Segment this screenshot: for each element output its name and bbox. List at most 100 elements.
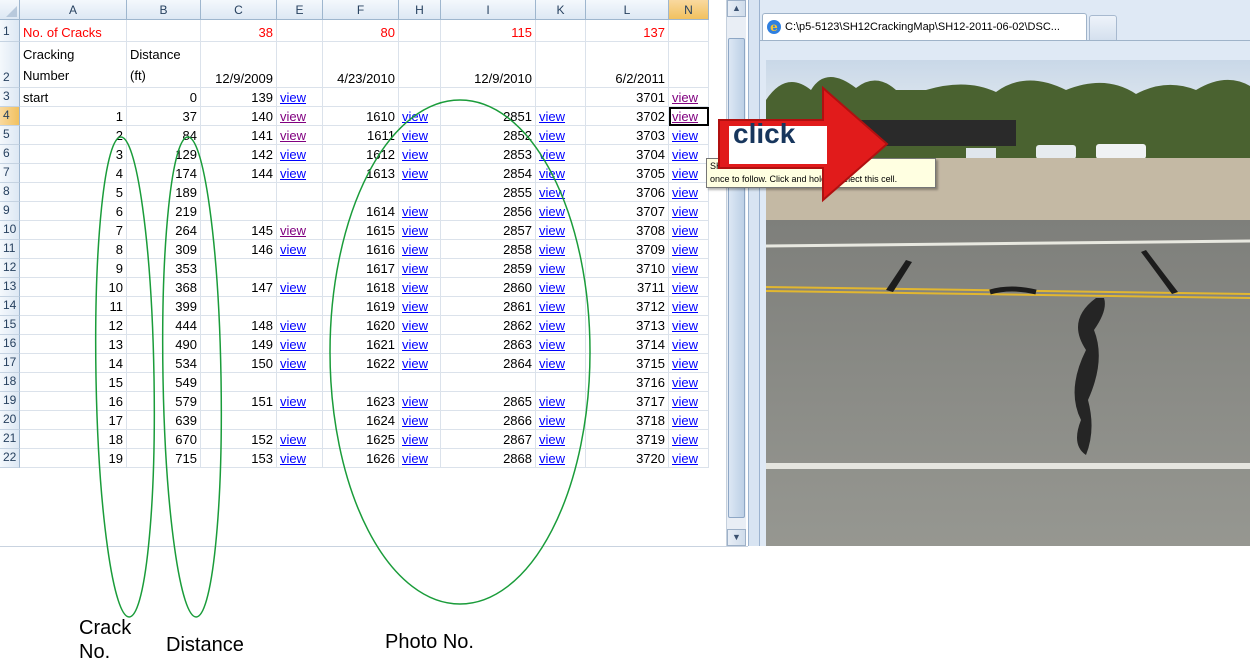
- view-link-cell[interactable]: view: [669, 107, 709, 126]
- view-link[interactable]: view: [402, 204, 428, 219]
- view-link-cell[interactable]: view: [669, 259, 709, 278]
- empty-cell[interactable]: [399, 42, 441, 88]
- sheet-cell[interactable]: 10: [20, 278, 127, 297]
- sheet-cell[interactable]: Cracking Number: [20, 42, 127, 88]
- view-link-cell[interactable]: view: [277, 126, 323, 145]
- sheet-cell[interactable]: 2868: [441, 449, 536, 468]
- row-header[interactable]: 6: [0, 145, 20, 164]
- view-link-cell[interactable]: view: [399, 145, 441, 164]
- sheet-cell[interactable]: 6: [20, 202, 127, 221]
- view-link[interactable]: view: [402, 128, 428, 143]
- view-link[interactable]: view: [539, 318, 565, 333]
- row-header[interactable]: 2: [0, 42, 20, 88]
- sheet-cell[interactable]: 139: [201, 88, 277, 107]
- view-link-cell[interactable]: view: [399, 297, 441, 316]
- sheet-cell[interactable]: 2855: [441, 183, 536, 202]
- empty-cell[interactable]: [277, 20, 323, 42]
- sheet-cell[interactable]: 2852: [441, 126, 536, 145]
- row-header[interactable]: 3: [0, 88, 20, 107]
- sheet-cell[interactable]: 670: [127, 430, 201, 449]
- view-link[interactable]: view: [402, 394, 428, 409]
- view-link-cell[interactable]: view: [669, 373, 709, 392]
- view-link[interactable]: view: [280, 242, 306, 257]
- sheet-cell[interactable]: 3707: [586, 202, 669, 221]
- view-link-cell[interactable]: view: [277, 335, 323, 354]
- sheet-cell[interactable]: 399: [127, 297, 201, 316]
- view-link[interactable]: view: [539, 223, 565, 238]
- vertical-scrollbar[interactable]: ▲ ▼: [726, 0, 746, 546]
- empty-cell[interactable]: [536, 20, 586, 42]
- view-link-cell[interactable]: view: [669, 145, 709, 164]
- sheet-cell[interactable]: 2858: [441, 240, 536, 259]
- view-link-cell[interactable]: view: [277, 449, 323, 468]
- view-link[interactable]: view: [280, 109, 306, 124]
- column-header-b[interactable]: B: [127, 0, 201, 20]
- view-link[interactable]: view: [402, 299, 428, 314]
- view-link[interactable]: view: [402, 432, 428, 447]
- view-link[interactable]: view: [402, 280, 428, 295]
- sheet-cell[interactable]: 129: [127, 145, 201, 164]
- sheet-cell[interactable]: 137: [586, 20, 669, 42]
- sheet-cell[interactable]: 1: [20, 107, 127, 126]
- view-link-cell[interactable]: view: [536, 164, 586, 183]
- view-link-cell[interactable]: view: [399, 392, 441, 411]
- sheet-cell[interactable]: 174: [127, 164, 201, 183]
- view-link[interactable]: view: [672, 166, 698, 181]
- view-link-cell[interactable]: view: [536, 335, 586, 354]
- column-header-n[interactable]: N: [669, 0, 709, 20]
- empty-cell[interactable]: [441, 373, 536, 392]
- sheet-cell[interactable]: 144: [201, 164, 277, 183]
- sheet-cell[interactable]: 2859: [441, 259, 536, 278]
- empty-cell[interactable]: [399, 20, 441, 42]
- sheet-cell[interactable]: 1612: [323, 145, 399, 164]
- sheet-cell[interactable]: 3711: [586, 278, 669, 297]
- sheet-cell[interactable]: 534: [127, 354, 201, 373]
- sheet-cell[interactable]: 549: [127, 373, 201, 392]
- sheet-cell[interactable]: 1625: [323, 430, 399, 449]
- empty-cell[interactable]: [201, 373, 277, 392]
- empty-cell[interactable]: [669, 42, 709, 88]
- view-link[interactable]: view: [672, 147, 698, 162]
- view-link-cell[interactable]: view: [536, 259, 586, 278]
- empty-cell[interactable]: [201, 411, 277, 430]
- view-link[interactable]: view: [539, 242, 565, 257]
- row-header[interactable]: 16: [0, 335, 20, 354]
- view-link-cell[interactable]: view: [399, 202, 441, 221]
- view-link[interactable]: view: [402, 261, 428, 276]
- sheet-cell[interactable]: 18: [20, 430, 127, 449]
- row-header[interactable]: 15: [0, 316, 20, 335]
- view-link-cell[interactable]: view: [277, 107, 323, 126]
- sheet-cell[interactable]: 3: [20, 145, 127, 164]
- view-link-cell[interactable]: view: [669, 411, 709, 430]
- view-link-cell[interactable]: view: [669, 392, 709, 411]
- view-link-cell[interactable]: view: [669, 278, 709, 297]
- view-link-cell[interactable]: view: [399, 164, 441, 183]
- sheet-cell[interactable]: 3702: [586, 107, 669, 126]
- sheet-cell[interactable]: 1614: [323, 202, 399, 221]
- view-link-cell[interactable]: view: [669, 335, 709, 354]
- view-link[interactable]: view: [402, 223, 428, 238]
- sheet-cell[interactable]: 149: [201, 335, 277, 354]
- view-link[interactable]: view: [280, 318, 306, 333]
- sheet-cell[interactable]: 353: [127, 259, 201, 278]
- sheet-cell[interactable]: 189: [127, 183, 201, 202]
- sheet-cell[interactable]: 37: [127, 107, 201, 126]
- sheet-cell[interactable]: 140: [201, 107, 277, 126]
- view-link-cell[interactable]: view: [277, 145, 323, 164]
- sheet-cell[interactable]: 3706: [586, 183, 669, 202]
- sheet-cell[interactable]: 579: [127, 392, 201, 411]
- empty-cell[interactable]: [399, 88, 441, 107]
- sheet-cell[interactable]: 13: [20, 335, 127, 354]
- sheet-cell[interactable]: 2865: [441, 392, 536, 411]
- view-link-cell[interactable]: view: [669, 164, 709, 183]
- view-link-cell[interactable]: view: [277, 278, 323, 297]
- view-link-cell[interactable]: view: [669, 449, 709, 468]
- view-link[interactable]: view: [539, 337, 565, 352]
- view-link[interactable]: view: [672, 375, 698, 390]
- view-link[interactable]: view: [539, 261, 565, 276]
- view-link-cell[interactable]: view: [536, 411, 586, 430]
- empty-cell[interactable]: [399, 183, 441, 202]
- column-header-f[interactable]: F: [323, 0, 399, 20]
- view-link[interactable]: view: [539, 147, 565, 162]
- sheet-cell[interactable]: 11: [20, 297, 127, 316]
